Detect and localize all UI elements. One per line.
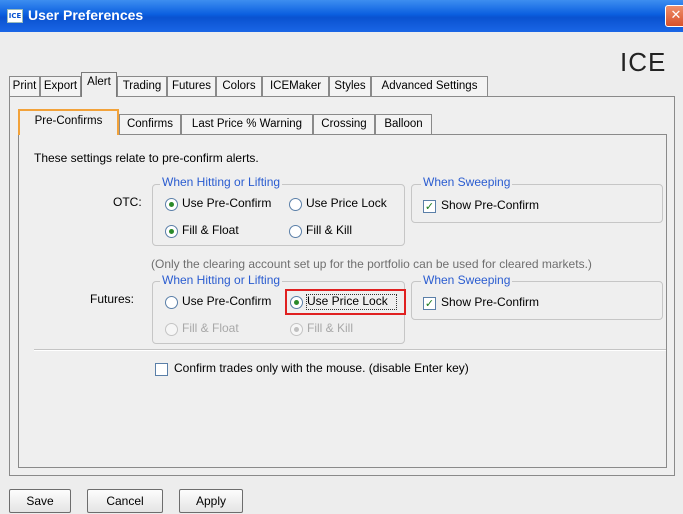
futures-show-pre-confirm-label[interactable]: Show Pre-Confirm bbox=[441, 295, 539, 309]
otc-fill-kill-radio[interactable] bbox=[289, 225, 302, 238]
tab-styles[interactable]: Styles bbox=[329, 76, 371, 96]
otc-use-pre-confirm-radio[interactable] bbox=[165, 198, 178, 211]
subtab-last-price-warning[interactable]: Last Price % Warning bbox=[181, 114, 313, 134]
otc-sweeping-title: When Sweeping bbox=[421, 175, 513, 189]
tab-advanced-settings[interactable]: Advanced Settings bbox=[371, 76, 488, 96]
otc-fill-float-label[interactable]: Fill & Float bbox=[182, 223, 239, 237]
close-icon[interactable]: ✕ bbox=[665, 5, 683, 27]
ice-logo: ICE bbox=[620, 47, 667, 77]
otc-use-pre-confirm-label[interactable]: Use Pre-Confirm bbox=[182, 196, 271, 210]
intro-text: These settings relate to pre-confirm ale… bbox=[34, 151, 259, 165]
save-button[interactable]: Save bbox=[9, 489, 71, 513]
tab-trading[interactable]: Trading bbox=[117, 76, 167, 96]
clearing-note: (Only the clearing account set up for th… bbox=[151, 257, 592, 271]
highlight-box bbox=[285, 289, 406, 315]
futures-use-pre-confirm-radio[interactable] bbox=[165, 296, 178, 309]
futures-fill-float-radio bbox=[165, 323, 178, 336]
tab-futures[interactable]: Futures bbox=[167, 76, 216, 96]
apply-button[interactable]: Apply bbox=[179, 489, 243, 513]
cancel-button[interactable]: Cancel bbox=[87, 489, 163, 513]
otc-show-pre-confirm-checkbox[interactable]: ✓ bbox=[423, 200, 436, 213]
otc-use-price-lock-label[interactable]: Use Price Lock bbox=[306, 196, 387, 210]
tab-export[interactable]: Export bbox=[40, 76, 81, 96]
mouse-confirm-checkbox[interactable] bbox=[155, 363, 168, 376]
tab-icemaker[interactable]: ICEMaker bbox=[262, 76, 329, 96]
otc-use-price-lock-radio[interactable] bbox=[289, 198, 302, 211]
futures-fill-float-label: Fill & Float bbox=[182, 321, 239, 335]
subtab-pre-confirms[interactable]: Pre-Confirms bbox=[18, 109, 119, 135]
mouse-confirm-label[interactable]: Confirm trades only with the mouse. (dis… bbox=[174, 361, 469, 375]
otc-show-pre-confirm-label[interactable]: Show Pre-Confirm bbox=[441, 198, 539, 212]
futures-fill-kill-radio bbox=[290, 323, 303, 336]
subtab-balloon[interactable]: Balloon bbox=[375, 114, 432, 134]
futures-show-pre-confirm-checkbox[interactable]: ✓ bbox=[423, 297, 436, 310]
otc-fill-kill-label[interactable]: Fill & Kill bbox=[306, 223, 352, 237]
tab-colors[interactable]: Colors bbox=[216, 76, 262, 96]
separator bbox=[34, 349, 666, 351]
futures-label: Futures: bbox=[90, 292, 135, 306]
tab-print[interactable]: Print bbox=[9, 76, 40, 96]
futures-hitting-title: When Hitting or Lifting bbox=[160, 273, 283, 287]
title-bar: ICE User Preferences ✕ bbox=[0, 0, 683, 32]
futures-fill-kill-label: Fill & Kill bbox=[307, 321, 354, 335]
otc-fill-float-radio[interactable] bbox=[165, 225, 178, 238]
futures-sweeping-title: When Sweeping bbox=[421, 273, 513, 287]
ice-app-icon: ICE bbox=[7, 9, 23, 23]
otc-hitting-title: When Hitting or Lifting bbox=[160, 175, 283, 189]
tab-alert[interactable]: Alert bbox=[81, 72, 117, 97]
otc-label: OTC: bbox=[113, 195, 142, 209]
subtab-confirms[interactable]: Confirms bbox=[119, 114, 181, 134]
futures-use-pre-confirm-label[interactable]: Use Pre-Confirm bbox=[182, 294, 271, 308]
window-title: User Preferences bbox=[28, 7, 144, 23]
subtab-crossing[interactable]: Crossing bbox=[313, 114, 375, 134]
